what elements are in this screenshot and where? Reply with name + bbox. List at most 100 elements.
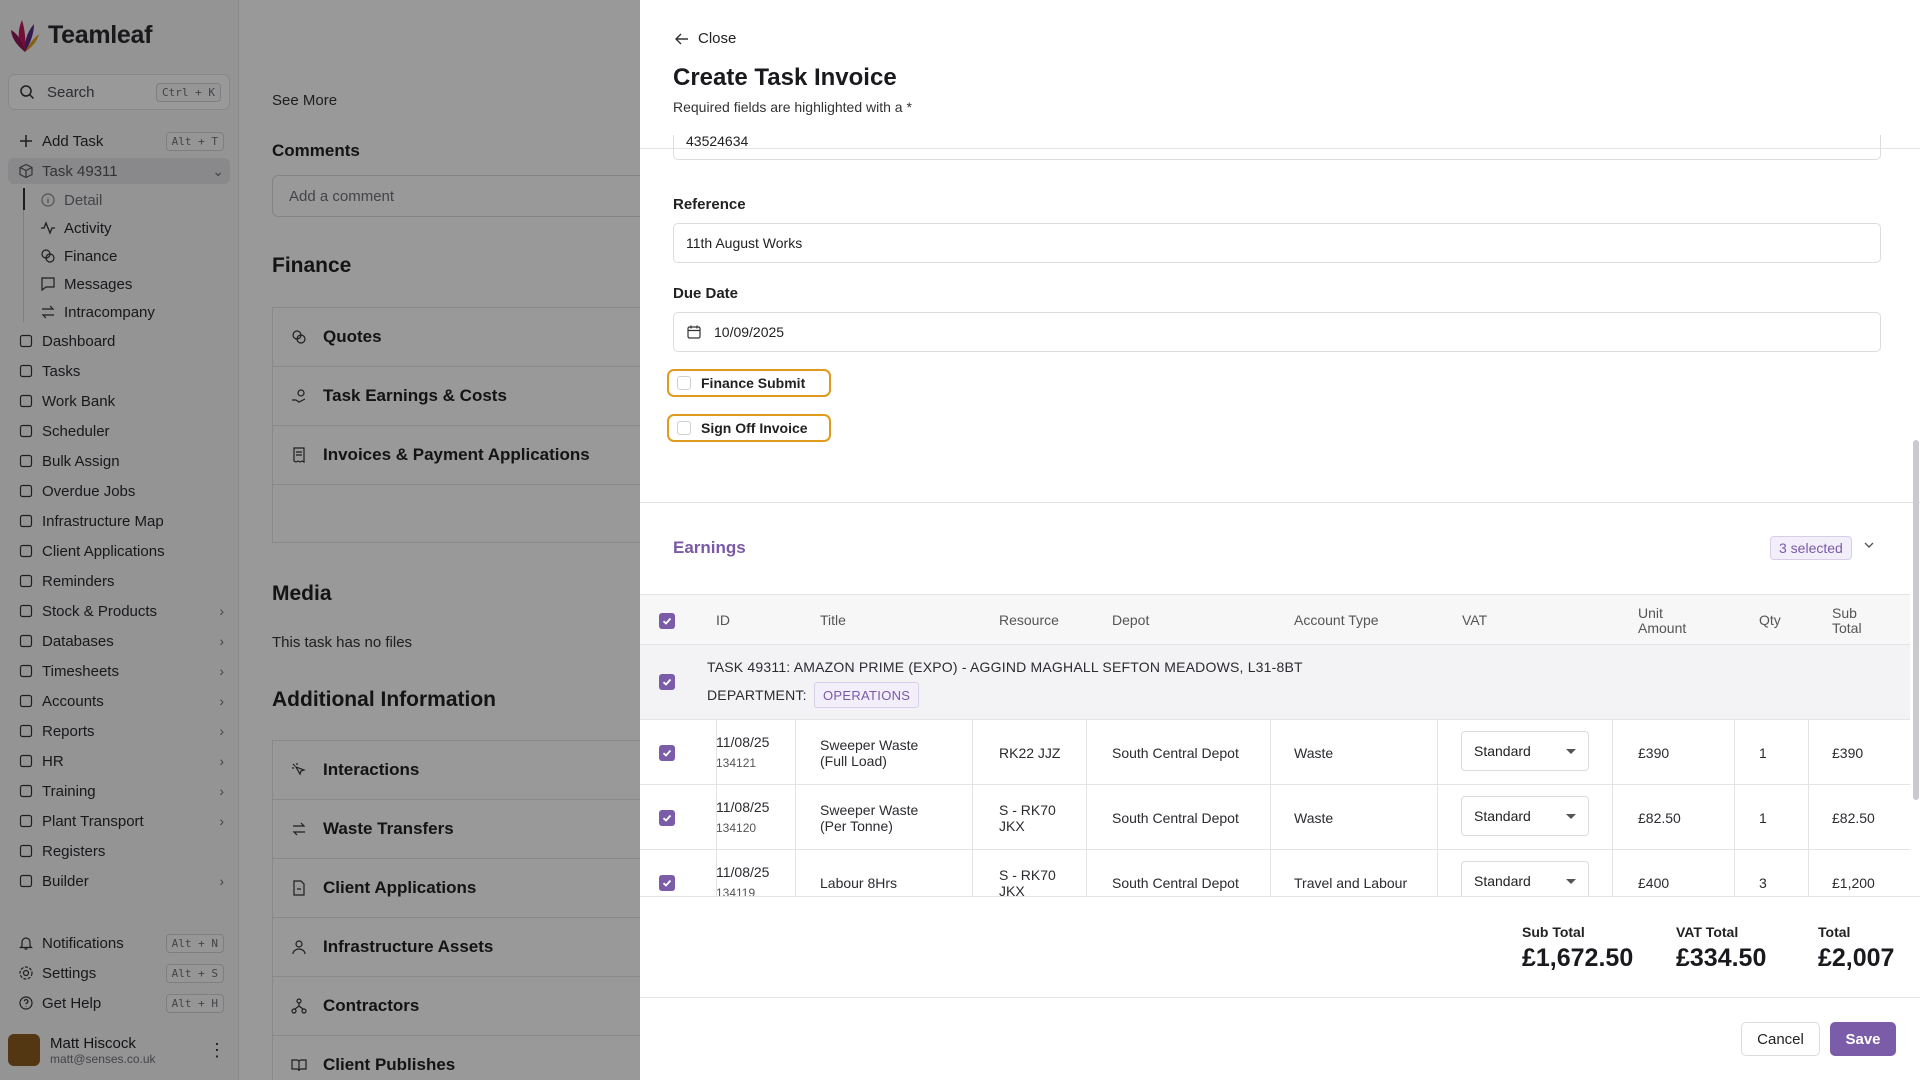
col-depot[interactable]: Depot bbox=[1112, 595, 1149, 646]
total-label: Total bbox=[1818, 924, 1851, 940]
cell-divider bbox=[795, 720, 796, 785]
save-button[interactable]: Save bbox=[1830, 1022, 1896, 1056]
cell-title: Labour 8Hrs bbox=[820, 874, 898, 891]
col-resource[interactable]: Resource bbox=[999, 595, 1059, 646]
totals-divider bbox=[640, 896, 1920, 897]
vat-select[interactable]: Standard bbox=[1461, 796, 1589, 836]
vat-total-label: VAT Total bbox=[1676, 924, 1739, 940]
finance-submit-label: Finance Submit bbox=[701, 375, 806, 391]
caret-down-icon bbox=[1566, 748, 1576, 754]
cell-depot: South Central Depot bbox=[1112, 874, 1239, 891]
cell-divider bbox=[1437, 785, 1438, 850]
sub-total-block: Sub Total £1,672.50 bbox=[1522, 924, 1633, 973]
modal-backdrop[interactable] bbox=[0, 0, 640, 1080]
cell-divider bbox=[1437, 720, 1438, 785]
create-invoice-drawer: Close Create Task Invoice Required field… bbox=[640, 0, 1920, 1080]
cell-account-type: Waste bbox=[1294, 744, 1334, 761]
cancel-button[interactable]: Cancel bbox=[1741, 1022, 1820, 1056]
caret-down-icon bbox=[1566, 813, 1576, 819]
cell-divider bbox=[1270, 850, 1271, 896]
due-date-label: Due Date bbox=[673, 285, 739, 302]
checkbox-checked[interactable] bbox=[659, 874, 675, 891]
cell-title: Sweeper Waste (Full Load) bbox=[820, 736, 919, 769]
due-date-value: 10/09/2025 bbox=[714, 324, 785, 340]
col-sub-total[interactable]: Sub Total bbox=[1832, 595, 1872, 646]
vat-select-value: Standard bbox=[1474, 743, 1531, 759]
cell-qty: 1 bbox=[1759, 744, 1767, 761]
group-task-title: TASK 49311: AMAZON PRIME (EXPO) - AGGIND… bbox=[707, 659, 1303, 675]
col-vat[interactable]: VAT bbox=[1462, 595, 1487, 646]
reference-field[interactable]: 11th August Works bbox=[673, 223, 1881, 263]
checkbox-box[interactable] bbox=[677, 421, 691, 435]
cell-divider bbox=[795, 785, 796, 850]
col-account-type[interactable]: Account Type bbox=[1294, 595, 1379, 646]
cell-title: Sweeper Waste (Per Tonne) bbox=[820, 801, 919, 834]
department-badge: OPERATIONS bbox=[814, 682, 920, 708]
section-divider bbox=[640, 502, 1920, 503]
close-button[interactable]: Close bbox=[674, 30, 736, 47]
earnings-title: Earnings bbox=[673, 538, 746, 557]
table-row[interactable]: 11/08/25 134121 Sweeper Waste (Full Load) R… bbox=[640, 720, 1910, 785]
cell-qty: 3 bbox=[1759, 874, 1767, 891]
vat-total-block: VAT Total £334.50 bbox=[1676, 924, 1766, 973]
drawer-subtitle: Required fields are highlighted with a * bbox=[673, 99, 912, 115]
col-title[interactable]: Title bbox=[820, 595, 846, 646]
checkbox-checked[interactable] bbox=[659, 612, 675, 629]
cell-unit-amount: £82.50 bbox=[1638, 809, 1681, 826]
vat-total-value: £334.50 bbox=[1676, 944, 1767, 972]
footer-divider bbox=[640, 997, 1920, 998]
arrow-left-icon bbox=[675, 33, 688, 44]
cell-depot: South Central Depot bbox=[1112, 809, 1239, 826]
due-date-field[interactable]: 10/09/2025 bbox=[673, 312, 1881, 352]
row-checkbox[interactable] bbox=[659, 785, 675, 850]
vat-select[interactable]: Standard bbox=[1461, 861, 1589, 896]
row-checkbox[interactable] bbox=[659, 850, 675, 896]
select-all-checkbox[interactable] bbox=[659, 595, 675, 646]
cell-sub-total: £390 bbox=[1832, 744, 1864, 761]
row-date: 11/08/25 bbox=[716, 864, 770, 880]
cell-id: 11/08/25 134121 bbox=[716, 720, 769, 785]
vat-select[interactable]: Standard bbox=[1461, 731, 1589, 771]
cell-divider bbox=[972, 850, 973, 896]
cell-sub-total: £82.50 bbox=[1832, 809, 1875, 826]
close-label: Close bbox=[698, 30, 737, 47]
po-number-value: 43524634 bbox=[686, 133, 749, 149]
cell-divider bbox=[1734, 850, 1735, 896]
cell-divider bbox=[972, 785, 973, 850]
total-block: Total £2,007 bbox=[1818, 924, 1894, 973]
cell-divider bbox=[1734, 785, 1735, 850]
cell-id: 11/08/25 134120 bbox=[716, 785, 769, 850]
checkbox-checked[interactable] bbox=[659, 809, 675, 826]
checkbox-checked[interactable] bbox=[659, 674, 675, 690]
cell-unit-amount: £400 bbox=[1638, 874, 1670, 891]
caret-down-icon bbox=[1566, 878, 1576, 884]
row-checkbox[interactable] bbox=[659, 720, 675, 785]
cell-account-type: Travel and Labour bbox=[1294, 874, 1408, 891]
sign-off-invoice-checkbox[interactable]: Sign Off Invoice bbox=[667, 414, 831, 442]
sub-total-label: Sub Total bbox=[1522, 924, 1585, 940]
col-unit-amount[interactable]: Unit Amount bbox=[1638, 595, 1698, 646]
cell-resource: S - RK70 JKX bbox=[999, 801, 1056, 834]
cell-divider bbox=[1612, 720, 1613, 785]
table-row[interactable]: 11/08/25 134119 Labour 8Hrs S - RK70 JKX Sou… bbox=[640, 850, 1910, 896]
checkbox-checked[interactable] bbox=[659, 744, 675, 761]
table-row[interactable]: 11/08/25 134120 Sweeper Waste (Per Tonne) S… bbox=[640, 785, 1910, 850]
po-number-field[interactable]: 43524634 bbox=[673, 133, 1881, 160]
earnings-table: ID Title Resource Depot Account Type VAT… bbox=[640, 594, 1910, 896]
group-checkbox[interactable] bbox=[659, 674, 675, 690]
cell-divider bbox=[1270, 720, 1271, 785]
col-qty[interactable]: Qty bbox=[1759, 595, 1781, 646]
checkbox-box[interactable] bbox=[677, 376, 691, 390]
cell-divider bbox=[1808, 850, 1809, 896]
col-id[interactable]: ID bbox=[716, 595, 730, 646]
table-header: ID Title Resource Depot Account Type VAT… bbox=[640, 594, 1910, 645]
finance-submit-checkbox[interactable]: Finance Submit bbox=[667, 369, 831, 397]
scrollbar-thumb[interactable] bbox=[1913, 440, 1919, 800]
cell-divider bbox=[795, 850, 796, 896]
cell-divider bbox=[1734, 720, 1735, 785]
chevron-down-icon[interactable] bbox=[1862, 538, 1876, 552]
selected-count-badge[interactable]: 3 selected bbox=[1770, 536, 1852, 560]
row-code: 134121 bbox=[716, 756, 757, 770]
cell-divider bbox=[1612, 785, 1613, 850]
cell-divider bbox=[1437, 850, 1438, 896]
